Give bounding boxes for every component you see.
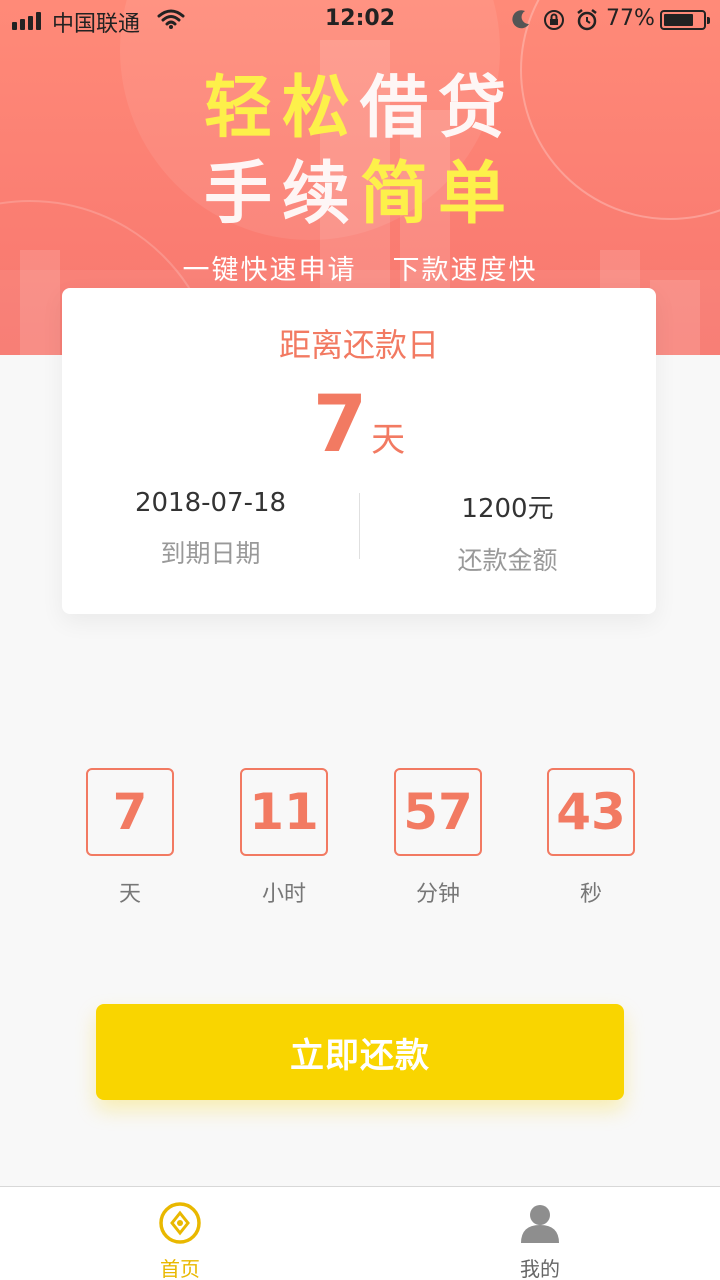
alarm-icon <box>577 9 597 31</box>
due-date-value: 2018-07-18 <box>134 488 287 518</box>
tab-home[interactable]: 首页 <box>0 1187 360 1280</box>
days-remaining: 7天 <box>62 380 656 470</box>
countdown-value: 7 <box>86 768 174 856</box>
tab-mine[interactable]: 我的 <box>360 1187 720 1280</box>
due-date-label: 到期日期 <box>160 539 261 568</box>
countdown-seconds: 43 秒 <box>547 768 635 908</box>
countdown-label: 分钟 <box>415 882 460 907</box>
countdown-days: 7 天 <box>86 768 174 908</box>
slogan-highlight: 简单 <box>360 155 517 234</box>
subslogan-item: 下款速度快 <box>392 255 538 286</box>
due-date: 2018-07-18 到期日期 <box>62 488 359 570</box>
hero-slogan-line2: 手续简单 <box>0 138 720 237</box>
home-coin-icon <box>159 1202 201 1244</box>
hero-subslogan: 一键快速申请 下款速度快 <box>0 248 720 287</box>
rotation-lock-icon <box>544 10 564 30</box>
countdown-value: 57 <box>394 768 482 856</box>
repay-amount-value: 1200元 <box>461 494 554 524</box>
countdown-hours: 11 小时 <box>240 768 328 908</box>
tab-mine-label: 我的 <box>520 1257 560 1280</box>
countdown-value: 43 <box>547 768 635 856</box>
city-skyline <box>650 280 700 355</box>
repay-amount: 1200元 还款金额 <box>359 488 656 577</box>
slogan-text: 手续 <box>203 155 360 234</box>
card-title: 距离还款日 <box>278 326 439 364</box>
repayment-card: 距离还款日 7天 2018-07-18 到期日期 1200元 还款金额 <box>62 288 656 614</box>
battery-icon <box>660 10 710 30</box>
user-icon <box>521 1205 559 1243</box>
tab-bar: 首页 我的 <box>0 1186 720 1280</box>
countdown-label: 小时 <box>261 882 306 907</box>
do-not-disturb-icon <box>512 10 529 29</box>
days-remaining-unit: 天 <box>371 420 406 460</box>
countdown-minutes: 57 分钟 <box>394 768 482 908</box>
countdown-label: 秒 <box>579 882 602 907</box>
countdown-value: 11 <box>240 768 328 856</box>
repay-amount-label: 还款金额 <box>457 546 558 575</box>
slogan-text: 借贷 <box>360 69 517 148</box>
repay-now-button[interactable]: 立即还款 <box>96 1004 624 1100</box>
tab-home-label: 首页 <box>160 1257 200 1280</box>
battery-percent: 77% <box>606 6 655 31</box>
status-bar: 中国联通 12:02 77% <box>0 0 720 40</box>
subslogan-item: 一键快速申请 <box>182 255 357 286</box>
hero-slogan-line1: 轻松借贷 <box>0 52 720 151</box>
countdown-label: 天 <box>118 882 141 907</box>
slogan-highlight: 轻松 <box>203 69 360 148</box>
days-remaining-value: 7 <box>312 380 368 470</box>
